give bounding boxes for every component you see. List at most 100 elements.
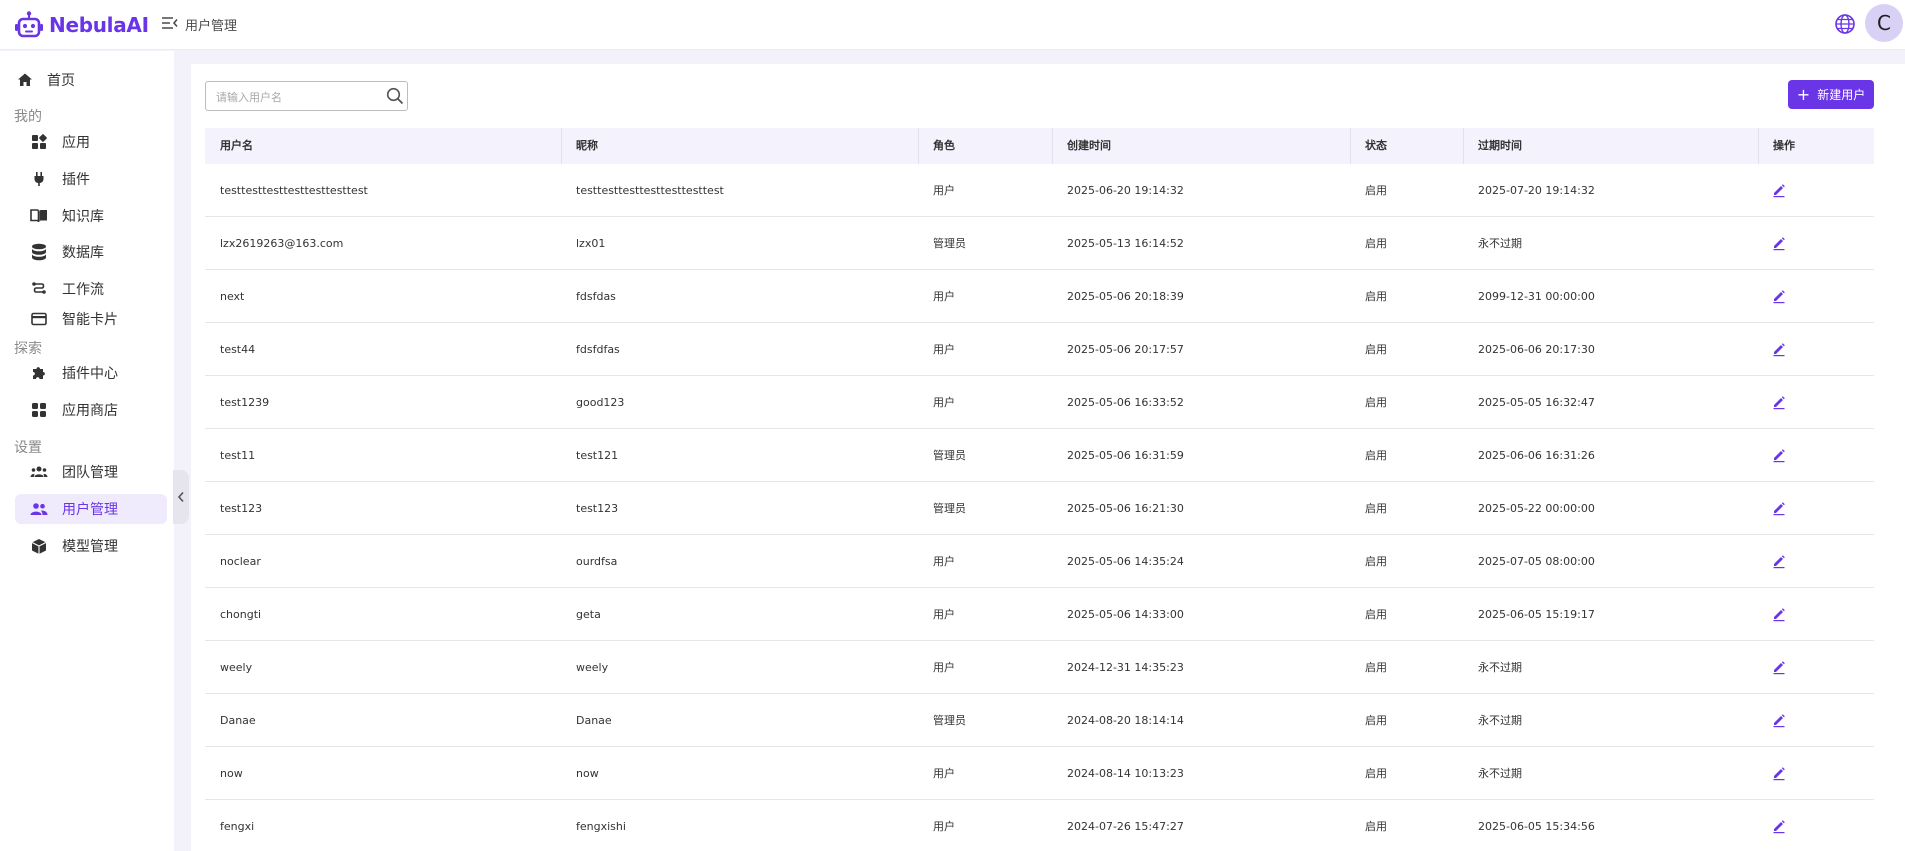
sidebar-item-apps[interactable]: 应用 [15, 127, 167, 157]
new-user-label: 新建用户 [1817, 88, 1866, 102]
table-row[interactable]: now now 用户 2024-08-14 10:13:23 启用 永不过期 [205, 747, 1874, 800]
menu-collapse-icon[interactable] [160, 13, 180, 33]
sidebar-item-models[interactable]: 模型管理 [15, 531, 167, 561]
home-icon [16, 71, 34, 89]
cell-username: noclear [220, 555, 261, 568]
table-row[interactable]: noclear ourdfsa 用户 2025-05-06 14:35:24 启… [205, 535, 1874, 588]
column-divider[interactable] [1052, 128, 1053, 164]
cell-created: 2024-12-31 14:35:23 [1067, 661, 1184, 674]
book-icon [30, 207, 48, 225]
edit-pencil-icon[interactable] [1771, 182, 1787, 198]
cell-created: 2025-05-06 16:33:52 [1067, 396, 1184, 409]
table-row[interactable]: test123 test123 管理员 2025-05-06 16:21:30 … [205, 482, 1874, 535]
sidebar-item-label: 用户管理 [62, 502, 118, 518]
cell-nickname: fdsfdfas [576, 343, 620, 356]
cell-status: 启用 [1365, 555, 1387, 568]
cell-nickname: ourdfsa [576, 555, 618, 568]
table-row[interactable]: testtesttesttesttesttesttest testtesttes… [205, 164, 1874, 217]
table-row[interactable]: fengxi fengxishi 用户 2024-07-26 15:47:27 … [205, 800, 1874, 851]
cell-status: 启用 [1365, 608, 1387, 621]
top-header: NebulaAI 用户管理 C [0, 0, 1905, 50]
table-row[interactable]: test1239 good123 用户 2025-05-06 16:33:52 … [205, 376, 1874, 429]
column-divider[interactable] [918, 128, 919, 164]
cell-created: 2024-08-14 10:13:23 [1067, 767, 1184, 780]
language-globe-icon[interactable] [1834, 13, 1856, 35]
sidebar-item-plugins[interactable]: 插件 [15, 164, 167, 194]
column-header-nickname: 昵称 [576, 139, 598, 152]
edit-pencil-icon[interactable] [1771, 341, 1787, 357]
sidebar-item-label: 插件 [62, 172, 90, 188]
cell-expires: 2025-06-05 15:19:17 [1478, 608, 1595, 621]
cell-nickname: now [576, 767, 599, 780]
sidebar-item-workflow[interactable]: 工作流 [15, 274, 167, 304]
cell-username: fengxi [220, 820, 255, 833]
table-row[interactable]: test11 test121 管理员 2025-05-06 16:31:59 启… [205, 429, 1874, 482]
cell-expires: 永不过期 [1478, 767, 1522, 780]
cell-username: lzx2619263@163.com [220, 237, 344, 250]
column-divider[interactable] [1350, 128, 1351, 164]
sidebar-item-home[interactable]: 首页 [15, 65, 167, 95]
cell-status: 启用 [1365, 820, 1387, 833]
column-header-actions: 操作 [1773, 139, 1795, 152]
sidebar-item-label: 首页 [47, 73, 75, 89]
sidebar-item-app-store[interactable]: 应用商店 [15, 395, 167, 425]
sidebar-item-label: 工作流 [62, 282, 104, 298]
edit-pencil-icon[interactable] [1771, 447, 1787, 463]
cell-username: test11 [220, 449, 256, 462]
app-logo[interactable]: NebulaAI [14, 10, 149, 40]
cell-created: 2025-05-06 20:18:39 [1067, 290, 1184, 303]
column-divider[interactable] [1463, 128, 1464, 164]
edit-pencil-icon[interactable] [1771, 712, 1787, 728]
edit-pencil-icon[interactable] [1771, 818, 1787, 834]
table-row[interactable]: chongti geta 用户 2025-05-06 14:33:00 启用 2… [205, 588, 1874, 641]
sidebar-item-users[interactable]: 用户管理 [15, 494, 167, 524]
edit-pencil-icon[interactable] [1771, 500, 1787, 516]
search-field[interactable] [205, 81, 408, 111]
cell-nickname: Danae [576, 714, 612, 727]
edit-pencil-icon[interactable] [1771, 765, 1787, 781]
cell-created: 2025-05-06 20:17:57 [1067, 343, 1184, 356]
cell-role: 用户 [933, 820, 955, 833]
cell-nickname: good123 [576, 396, 625, 409]
edit-pencil-icon[interactable] [1771, 394, 1787, 410]
sidebar-item-label: 模型管理 [62, 539, 118, 555]
cell-expires: 2025-05-05 16:32:47 [1478, 396, 1595, 409]
cell-expires: 2025-06-06 16:31:26 [1478, 449, 1595, 462]
column-divider[interactable] [1758, 128, 1759, 164]
plug-icon [30, 170, 48, 188]
table-row[interactable]: test44 fdsfdfas 用户 2025-05-06 20:17:57 启… [205, 323, 1874, 376]
table-row[interactable]: Danae Danae 管理员 2024-08-20 18:14:14 启用 永… [205, 694, 1874, 747]
cell-created: 2025-05-06 16:31:59 [1067, 449, 1184, 462]
sidebar-toggle-handle[interactable] [173, 470, 189, 524]
cell-status: 启用 [1365, 449, 1387, 462]
table-row[interactable]: lzx2619263@163.com lzx01 管理员 2025-05-13 … [205, 217, 1874, 270]
table-row[interactable]: next fdsfdas 用户 2025-05-06 20:18:39 启用 2… [205, 270, 1874, 323]
app-name: NebulaAI [49, 13, 149, 37]
sidebar-item-team[interactable]: 团队管理 [15, 457, 167, 487]
user-avatar[interactable]: C [1865, 4, 1903, 42]
column-divider[interactable] [561, 128, 562, 164]
search-input[interactable] [216, 88, 376, 106]
new-user-button[interactable]: + 新建用户 [1788, 80, 1874, 109]
cell-username: test1239 [220, 396, 270, 409]
plus-icon: + [1796, 84, 1811, 104]
edit-pencil-icon[interactable] [1771, 235, 1787, 251]
sidebar-item-plugin-center[interactable]: 插件中心 [15, 358, 167, 388]
cell-status: 启用 [1365, 290, 1387, 303]
sidebar-item-label: 应用 [62, 135, 90, 151]
sidebar-item-label: 智能卡片 [62, 312, 118, 328]
sidebar-item-smart-card[interactable]: 智能卡片 [15, 304, 167, 334]
sidebar-item-database[interactable]: 数据库 [15, 237, 167, 267]
edit-pencil-icon[interactable] [1771, 553, 1787, 569]
edit-pencil-icon[interactable] [1771, 288, 1787, 304]
cell-role: 用户 [933, 661, 955, 674]
edit-pencil-icon[interactable] [1771, 606, 1787, 622]
cell-created: 2025-06-20 19:14:32 [1067, 184, 1184, 197]
table-row[interactable]: weely weely 用户 2024-12-31 14:35:23 启用 永不… [205, 641, 1874, 694]
cell-username: testtesttesttesttesttesttest [220, 184, 368, 197]
sidebar-item-knowledge[interactable]: 知识库 [15, 201, 167, 231]
cell-username: test44 [220, 343, 256, 356]
search-icon[interactable] [385, 86, 405, 106]
cell-status: 启用 [1365, 714, 1387, 727]
edit-pencil-icon[interactable] [1771, 659, 1787, 675]
